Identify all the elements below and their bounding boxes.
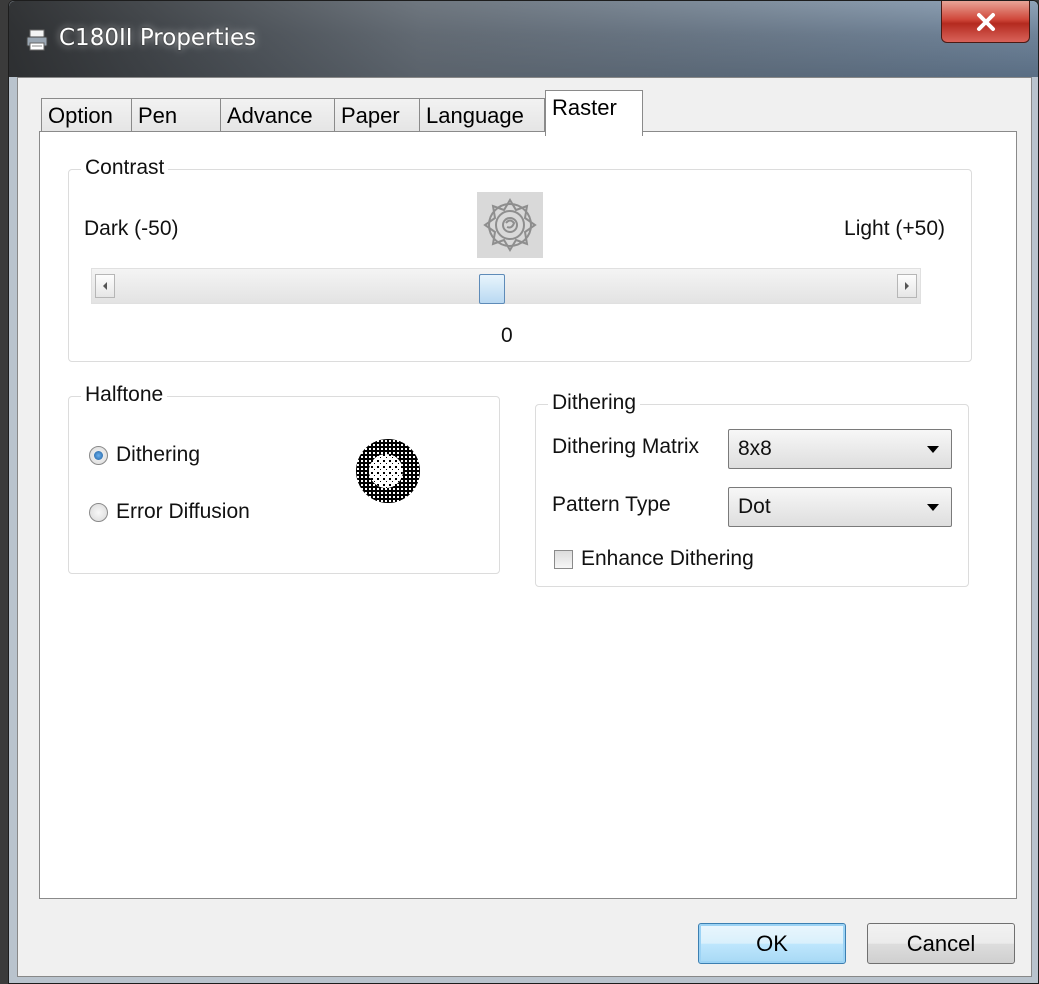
dithering-legend: Dithering: [548, 391, 641, 415]
enhance-dithering-label: Enhance Dithering: [581, 547, 754, 570]
contrast-min-label: Dark (-50): [84, 217, 179, 240]
contrast-max-label: Light (+50): [844, 217, 945, 240]
tab-pen[interactable]: Pen: [131, 98, 221, 134]
enhance-dithering-checkbox[interactable]: [554, 549, 573, 569]
error-diffusion-radio-label: Error Diffusion: [116, 500, 250, 523]
contrast-slider-thumb[interactable]: [479, 274, 505, 304]
chevron-down-icon: [927, 504, 939, 511]
slider-right-arrow-button[interactable]: [897, 274, 917, 298]
pattern-type-label: Pattern Type: [552, 493, 671, 516]
rose-preview-icon: [477, 192, 543, 258]
close-button[interactable]: [941, 1, 1030, 43]
window-title: C180II Properties: [59, 25, 257, 51]
dialog-client-area: Option Pen Advance Paper Language Raster…: [17, 77, 1032, 977]
halftone-legend: Halftone: [81, 383, 168, 407]
ok-button[interactable]: OK: [698, 923, 846, 964]
halftone-option-error-diffusion[interactable]: Error Diffusion: [89, 500, 250, 524]
tab-language[interactable]: Language: [419, 98, 545, 134]
halftone-group: Halftone Dithering Error Diffusion: [68, 383, 500, 574]
contrast-group: Contrast Dark (-50) Light (+50) 0: [68, 156, 972, 362]
dithering-matrix-label: Dithering Matrix: [552, 435, 700, 458]
contrast-legend: Contrast: [81, 156, 169, 180]
contrast-value-label: 0: [501, 324, 513, 347]
slider-left-arrow-button[interactable]: [95, 274, 115, 298]
close-icon: [976, 12, 995, 31]
tab-paper[interactable]: Paper: [334, 98, 420, 134]
properties-window: C180II Properties Option Pen Advance Pap…: [8, 0, 1039, 984]
raster-tab-panel: Contrast Dark (-50) Light (+50) 0 Halfto…: [39, 131, 1017, 899]
pattern-type-select[interactable]: Dot: [728, 487, 952, 527]
enhance-dithering-option[interactable]: Enhance Dithering: [554, 547, 754, 571]
contrast-slider[interactable]: [91, 268, 921, 304]
dithering-matrix-value: 8x8: [738, 437, 772, 460]
chevron-down-icon: [927, 446, 939, 453]
error-diffusion-radio[interactable]: [89, 502, 108, 522]
dithering-matrix-select[interactable]: 8x8: [728, 429, 952, 469]
dithering-group: Dithering Dithering Matrix 8x8 Pattern T…: [535, 391, 969, 587]
dither-sample-icon: [356, 439, 420, 503]
arrow-left-icon: [103, 282, 107, 290]
printer-icon: [26, 29, 48, 51]
tab-advance[interactable]: Advance: [220, 98, 335, 134]
arrow-right-icon: [905, 282, 909, 290]
tab-option[interactable]: Option: [41, 98, 132, 134]
cancel-button[interactable]: Cancel: [867, 923, 1015, 964]
tab-raster[interactable]: Raster: [545, 90, 643, 136]
dithering-radio[interactable]: [89, 445, 108, 465]
halftone-option-dithering[interactable]: Dithering: [89, 443, 200, 467]
dithering-radio-label: Dithering: [116, 443, 201, 466]
pattern-type-value: Dot: [738, 495, 771, 518]
